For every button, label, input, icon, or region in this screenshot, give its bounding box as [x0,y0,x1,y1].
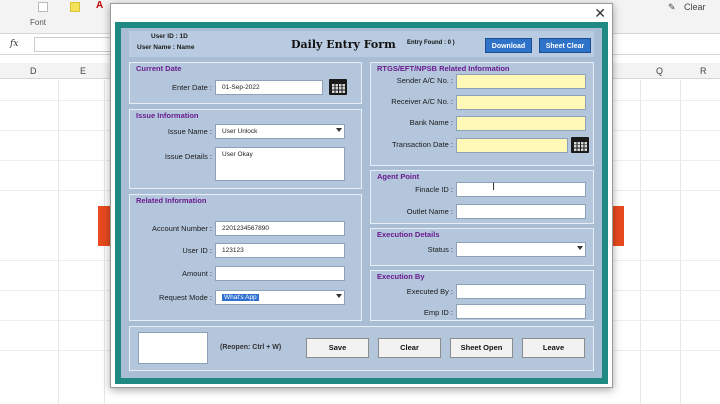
fill-color-icon[interactable] [70,2,80,12]
font-color-icon[interactable]: A [96,0,103,11]
enter-date-label: Enter Date : [171,83,212,92]
issue-details-label: Issue Details : [164,152,212,161]
executed-by-label: Executed By : [406,287,453,296]
font-group-label: Font [30,18,47,27]
amount-field[interactable] [215,266,345,281]
issue-name-label: Issue Name : [167,127,212,136]
sheet-open-button[interactable]: Sheet Open [450,338,513,358]
form-frame: User ID : 1D User Name : Name Daily Entr… [115,22,608,384]
form-header: User ID : 1D User Name : Name Daily Entr… [129,31,594,57]
column-header-r[interactable]: R [700,66,707,76]
sender-ac-label: Sender A/C No. : [396,76,453,85]
execution-by-group: Execution By Executed By : Emp ID : [370,270,594,321]
rtgs-information-title: RTGS/EFT/NPSB Related Information [377,64,510,73]
sheet-shape-right [612,206,624,246]
form-title: Daily Entry Form [291,38,396,51]
bank-name-label: Bank Name : [409,118,453,127]
leave-button[interactable]: Leave [522,338,585,358]
column-header-q[interactable]: Q [656,66,663,76]
receiver-ac-label: Receiver A/C No. : [391,97,453,106]
column-header-d[interactable]: D [30,66,37,76]
eraser-icon[interactable]: ✎ [668,2,676,13]
issue-name-value: User Unlock [222,128,258,135]
executed-by-field[interactable] [456,284,586,299]
transaction-date-label: Transaction Date : [392,140,453,149]
formula-input[interactable] [34,37,114,52]
chevron-down-icon[interactable] [336,128,342,132]
current-date-group: Current Date Enter Date : 01-Sep-2022 [129,62,362,104]
agent-point-group: Agent Point Finacle ID : I Outlet Name : [370,170,594,224]
related-information-title: Related Information [136,196,207,205]
account-number-field[interactable]: 2201234567890 [215,221,345,236]
grid-line [640,80,641,404]
daily-entry-form: User ID : 1D User Name : Name Daily Entr… [121,28,602,378]
amount-label: Amount : [181,269,212,278]
chevron-down-icon[interactable] [577,246,583,250]
download-button[interactable]: Download [485,38,532,53]
close-icon[interactable]: ✕ [594,5,606,22]
bank-name-field[interactable] [456,116,586,131]
request-mode-select[interactable]: What's App [215,290,345,305]
issue-information-group: Issue Information Issue Name : User Unlo… [129,109,362,189]
user-id-label: User ID : [182,246,212,255]
execution-by-title: Execution By [377,272,425,281]
column-header-e[interactable]: E [80,66,86,76]
outlet-name-label: Outlet Name : [406,207,453,216]
enter-date-field[interactable]: 01-Sep-2022 [215,80,323,95]
action-bar: (Reopen: Ctrl + W) Save Clear Sheet Open… [129,326,594,371]
entry-found-text: Entry Found : 0 ) [407,40,455,46]
clear-button[interactable]: Clear [378,338,441,358]
finacle-id-label: Finacle ID : [415,185,453,194]
status-select[interactable] [456,242,586,257]
agent-point-title: Agent Point [377,172,420,181]
current-date-title: Current Date [136,64,182,73]
status-label: Status : [427,245,453,254]
user-name-text: User Name : Name [137,44,195,51]
issue-name-select[interactable]: User Unlock [215,124,345,139]
request-mode-value: What's App [222,294,259,301]
execution-details-title: Execution Details [377,230,440,239]
sender-ac-field[interactable] [456,74,586,89]
ribbon-checkbox-icon[interactable] [38,2,48,12]
fx-icon[interactable]: fx [10,39,18,49]
emp-id-field[interactable] [456,304,586,319]
calendar-icon[interactable] [329,79,347,95]
save-button[interactable]: Save [306,338,369,358]
calendar-icon[interactable] [571,137,589,153]
rtgs-information-group: RTGS/EFT/NPSB Related Information Sender… [370,62,594,166]
chevron-down-icon[interactable] [336,294,342,298]
receiver-ac-field[interactable] [456,95,586,110]
related-information-group: Related Information Account Number : 220… [129,194,362,321]
sheet-shape-left [98,206,110,246]
grid-line [680,80,681,404]
clear-button-label[interactable]: Clear [684,2,706,12]
issue-information-title: Issue Information [136,111,199,120]
execution-details-group: Execution Details Status : [370,228,594,266]
user-id-text: User ID : 1D [151,33,188,40]
reopen-shortcut-text: (Reopen: Ctrl + W) [220,344,282,351]
finacle-id-field[interactable] [456,182,586,197]
image-box[interactable] [138,332,208,364]
account-number-label: Account Number : [151,224,212,233]
emp-id-label: Emp ID : [423,308,453,317]
user-id-field[interactable]: 123123 [215,243,345,258]
daily-entry-dialog: ✕ User ID : 1D User Name : Name Daily En… [110,3,613,388]
text-cursor-icon: I [492,181,496,193]
request-mode-label: Request Mode : [159,293,212,302]
issue-details-textarea[interactable]: User Okay [215,147,345,181]
transaction-date-field[interactable] [456,138,568,153]
grid-line [58,80,59,404]
sheet-clear-button[interactable]: Sheet Clear [539,38,591,53]
outlet-name-field[interactable] [456,204,586,219]
